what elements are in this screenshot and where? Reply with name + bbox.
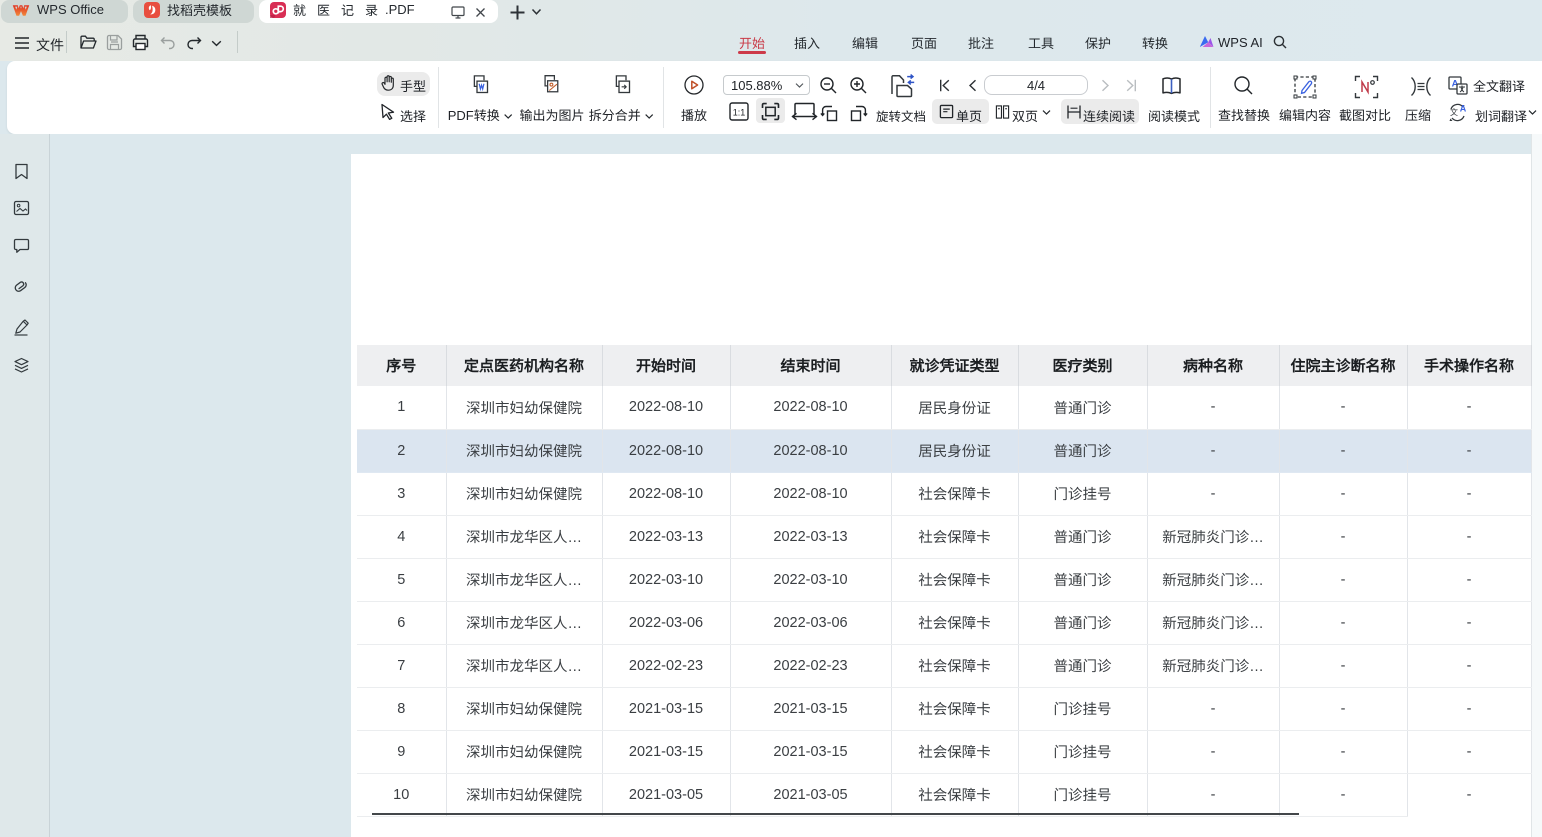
- svg-text:A: A: [1460, 104, 1467, 114]
- svg-text:1:1: 1:1: [733, 108, 746, 118]
- svg-text:文: 文: [1450, 107, 1458, 117]
